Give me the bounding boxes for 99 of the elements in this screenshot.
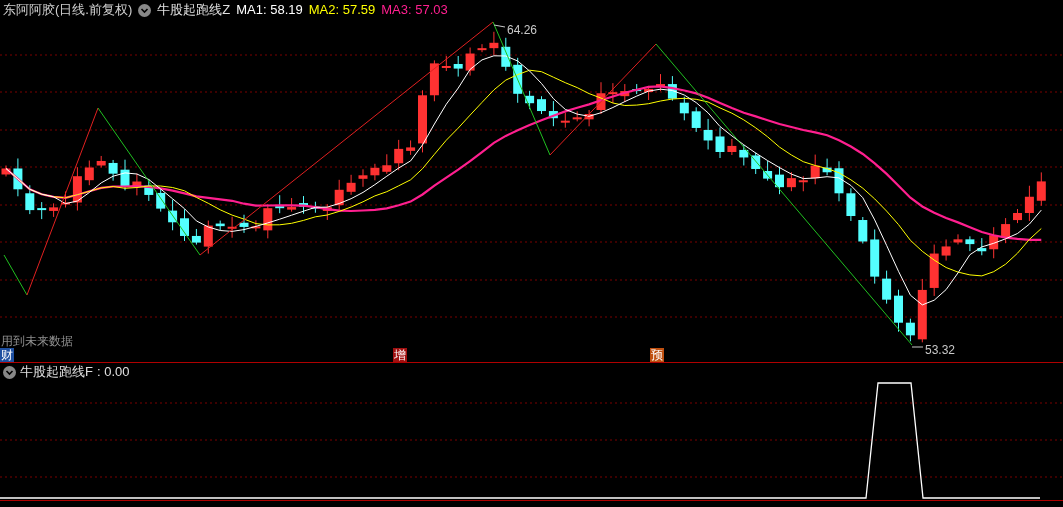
candlestick	[501, 37, 511, 72]
candlestick	[394, 139, 404, 171]
candlestick	[667, 75, 677, 102]
candlestick	[834, 160, 844, 202]
candlestick	[751, 151, 761, 175]
candlestick	[798, 175, 808, 192]
candlestick	[513, 57, 523, 104]
warning-note: 用到未来数据	[1, 333, 73, 349]
candlestick	[191, 228, 201, 246]
candlestick	[596, 81, 606, 115]
candlestick	[560, 112, 570, 129]
candlestick	[620, 83, 630, 103]
candlestick	[870, 229, 880, 285]
candlestick	[548, 100, 558, 127]
candlestick	[822, 158, 832, 176]
stock-title: 东阿阿胶(日线.前复权)	[3, 1, 133, 20]
candlestick	[429, 59, 439, 102]
candlestick	[156, 188, 166, 213]
indicator-name: 牛股起跑线Z	[157, 1, 231, 20]
candlestick	[108, 159, 118, 182]
candlestick	[215, 220, 225, 231]
candlestick	[953, 233, 963, 245]
candlestick	[334, 179, 344, 212]
candlestick	[287, 197, 297, 213]
candlestick	[37, 201, 47, 220]
candlestick	[584, 109, 594, 127]
candlestick	[72, 166, 82, 211]
indicator-name: 牛股起跑线F	[20, 363, 93, 382]
moving-average-reading: MA3: 57.03	[381, 1, 448, 20]
candlestick	[1, 165, 11, 177]
candlestick	[1036, 171, 1046, 207]
candlestick	[132, 173, 142, 196]
candlestick	[727, 138, 737, 156]
event-marker[interactable]: 增	[393, 348, 407, 362]
candlestick	[977, 237, 987, 256]
candlestick	[703, 118, 713, 150]
candlestick	[572, 110, 582, 122]
candlestick	[120, 159, 130, 191]
candlestick	[929, 244, 939, 297]
candlestick	[656, 73, 665, 92]
candlestick	[810, 154, 820, 185]
candlestick	[49, 202, 59, 218]
candlestick	[786, 171, 796, 192]
candlestick	[13, 158, 23, 197]
candlestick	[965, 235, 975, 252]
candlestick	[989, 226, 999, 259]
candlestick	[477, 43, 487, 53]
dropdown-icon[interactable]	[138, 3, 152, 17]
candlestick	[144, 179, 154, 202]
candlestick	[894, 289, 903, 333]
candlestick	[882, 270, 892, 305]
candlestick	[251, 219, 261, 232]
candlestick	[537, 95, 546, 115]
candlestick	[846, 187, 856, 222]
candlestick	[168, 199, 178, 231]
moving-average-reading: MA1: 58.19	[236, 1, 303, 20]
candlestick	[715, 126, 725, 159]
candlestick	[941, 238, 951, 262]
candlestick	[96, 155, 106, 168]
candlestick	[406, 139, 416, 156]
candlestick	[227, 216, 237, 239]
candlestick	[370, 163, 380, 181]
candlestick	[858, 216, 868, 244]
candlestick	[739, 144, 749, 166]
candlestick	[644, 85, 654, 101]
candlestick	[203, 220, 213, 255]
candlestick	[25, 184, 35, 215]
candlestick	[299, 195, 308, 215]
indicator-value: : 0.00	[96, 363, 130, 382]
candlestick	[358, 168, 368, 188]
candlestick	[322, 203, 332, 221]
candlestick	[1001, 217, 1011, 244]
candlestick	[1024, 185, 1034, 222]
candlestick	[1013, 208, 1022, 224]
candlestick	[632, 83, 642, 95]
candlestick	[763, 160, 773, 182]
candlestick	[679, 96, 689, 121]
candlestick	[382, 153, 392, 175]
event-marker[interactable]: 预	[650, 348, 664, 362]
event-marker[interactable]: 财	[0, 348, 14, 362]
moving-average-reading: MA2: 57.59	[308, 1, 376, 20]
dropdown-icon[interactable]	[3, 365, 16, 379]
high-price-label: 64.26	[507, 22, 538, 39]
candlestick	[239, 214, 249, 234]
candlestick	[275, 194, 285, 214]
candlestick	[441, 55, 451, 72]
candlestick	[465, 47, 475, 77]
candlestick	[346, 174, 356, 196]
candlestick	[917, 278, 927, 343]
candlestick	[453, 55, 463, 78]
candlestick	[691, 106, 701, 133]
candlestick	[84, 160, 94, 186]
candlestick	[775, 166, 784, 195]
low-price-label: 53.32	[925, 342, 956, 359]
candlestick	[180, 208, 189, 242]
candlestick	[418, 89, 427, 153]
candlestick	[489, 31, 499, 56]
candlestick	[905, 318, 915, 342]
candlestick	[608, 82, 618, 104]
